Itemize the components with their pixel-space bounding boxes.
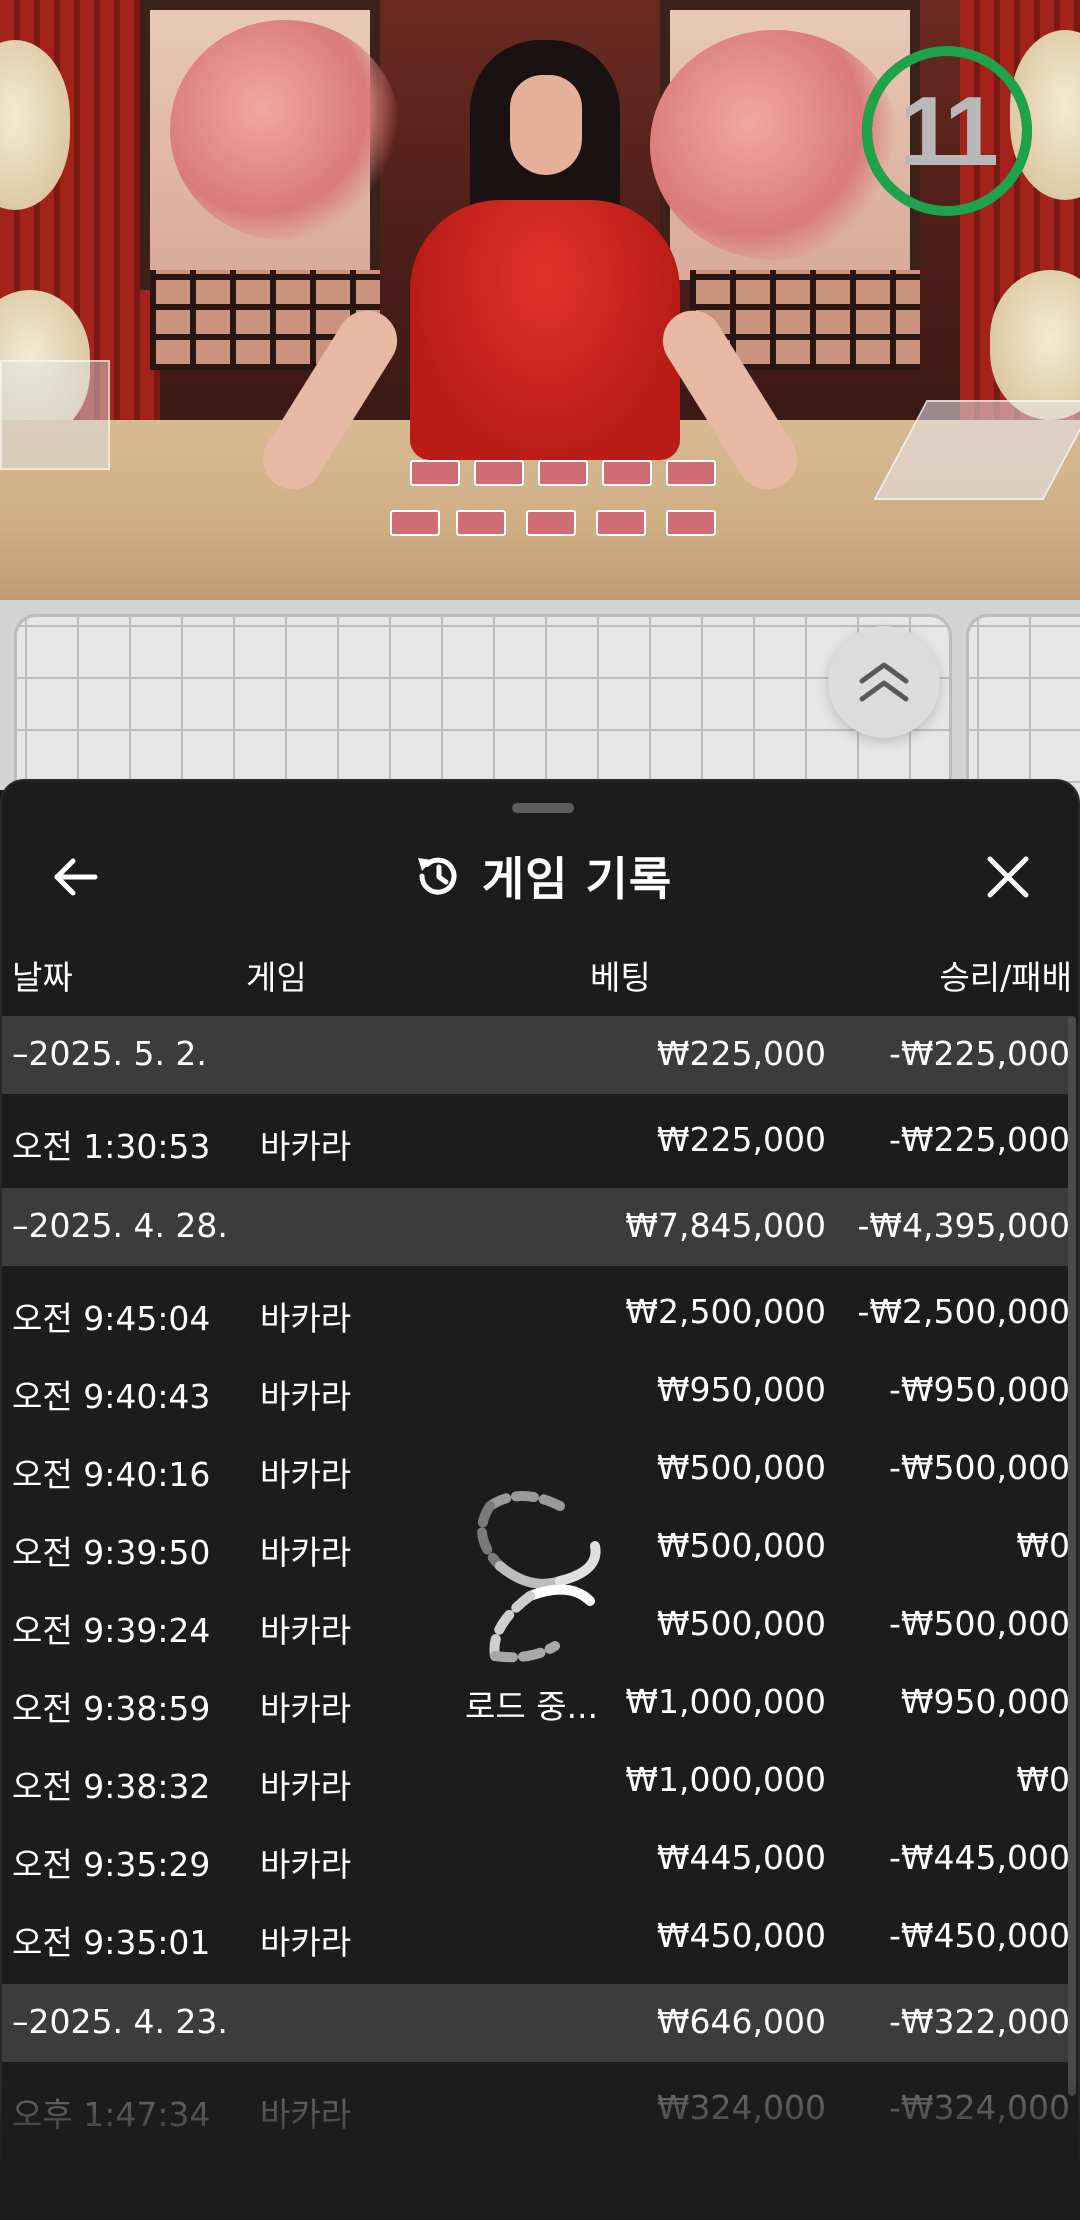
cell-result: -₩322,000 bbox=[888, 2002, 1070, 2041]
playing-card bbox=[666, 510, 716, 536]
history-icon bbox=[417, 857, 457, 895]
card-shoe bbox=[873, 400, 1080, 500]
cell-bet: ₩950,000 bbox=[656, 1370, 826, 1409]
cell-bet: ₩2,500,000 bbox=[625, 1292, 826, 1331]
countdown-timer: 11 bbox=[858, 42, 1036, 220]
date-group-row[interactable]: –2025. 5. 2. ₩225,000 -₩225,000 bbox=[2, 1016, 1070, 1094]
playing-card bbox=[526, 510, 576, 536]
cell-game: 바카라 bbox=[260, 1845, 352, 1884]
sheet-header: 게임 기록 bbox=[2, 821, 1078, 931]
cell-game: 바카라 bbox=[260, 1923, 352, 1962]
playing-card bbox=[390, 510, 440, 536]
cell-result: ₩950,000 bbox=[900, 1682, 1070, 1721]
double-chevron-up-icon bbox=[859, 662, 909, 702]
playing-card bbox=[538, 460, 588, 486]
cell-date: 오전 9:40:43 bbox=[12, 1377, 211, 1416]
cell-date: 오전 9:35:01 bbox=[12, 1923, 211, 1962]
column-bet: 베팅 bbox=[590, 958, 651, 997]
cell-bet: ₩445,000 bbox=[656, 1838, 826, 1877]
cell-bet: ₩1,000,000 bbox=[625, 1760, 826, 1799]
cell-date: 오전 1:30:53 bbox=[12, 1127, 211, 1166]
cell-date: –2025. 5. 2. bbox=[12, 1034, 207, 1073]
cell-result: -₩450,000 bbox=[888, 1916, 1070, 1955]
cell-date: 오전 9:39:50 bbox=[12, 1533, 211, 1572]
playing-card bbox=[410, 460, 460, 486]
cell-game: 바카라 bbox=[260, 1127, 352, 1166]
cell-game: 바카라 bbox=[260, 1377, 352, 1416]
cell-bet: ₩500,000 bbox=[656, 1604, 826, 1643]
cell-result: -₩950,000 bbox=[888, 1370, 1070, 1409]
cell-result: -₩445,000 bbox=[888, 1838, 1070, 1877]
cell-game: 바카라 bbox=[260, 1767, 352, 1806]
cell-result: -₩4,395,000 bbox=[857, 1206, 1071, 1245]
table-row[interactable]: 오전 9:45:04 바카라 ₩2,500,000 -₩2,500,000 bbox=[2, 1274, 1070, 1352]
column-result: 승리/패배 bbox=[939, 958, 1072, 997]
discard-tray bbox=[0, 360, 110, 470]
cell-result: -₩225,000 bbox=[888, 1120, 1070, 1159]
playing-card bbox=[666, 460, 716, 486]
date-group-row[interactable]: –2025. 4. 28. ₩7,845,000 -₩4,395,000 bbox=[2, 1188, 1070, 1266]
cell-game: 바카라 bbox=[260, 1299, 352, 1338]
close-button[interactable] bbox=[978, 847, 1038, 907]
playing-card bbox=[456, 510, 506, 536]
expand-button[interactable] bbox=[828, 626, 940, 738]
playing-card bbox=[602, 460, 652, 486]
cell-bet: ₩646,000 bbox=[656, 2002, 826, 2041]
bottom-fade bbox=[0, 2080, 1080, 2220]
cherry-blossom-left bbox=[170, 20, 400, 240]
cell-date: 오전 9:35:29 bbox=[12, 1845, 211, 1884]
scrollbar[interactable] bbox=[1068, 1016, 1076, 2096]
cell-game: 바카라 bbox=[260, 1611, 352, 1650]
cell-game: 바카라 bbox=[260, 1455, 352, 1494]
cell-bet: ₩500,000 bbox=[656, 1526, 826, 1565]
cell-bet: ₩450,000 bbox=[656, 1916, 826, 1955]
cell-result: -₩2,500,000 bbox=[857, 1292, 1071, 1331]
live-dealer-video[interactable]: 11 bbox=[0, 0, 1080, 600]
cell-bet: ₩225,000 bbox=[656, 1034, 826, 1073]
loading-text: 로드 중... bbox=[465, 1687, 599, 1726]
close-icon bbox=[987, 856, 1029, 898]
table-row[interactable]: 오전 1:30:53 바카라 ₩225,000 -₩225,000 bbox=[2, 1102, 1070, 1180]
cell-game: 바카라 bbox=[260, 1689, 352, 1728]
column-date: 날짜 bbox=[12, 958, 73, 997]
cell-result: ₩0 bbox=[1016, 1526, 1070, 1565]
table-row[interactable]: 오전 9:35:01 바카라 ₩450,000 -₩450,000 bbox=[2, 1898, 1070, 1976]
column-game: 게임 bbox=[246, 958, 307, 997]
arrow-left-icon bbox=[54, 858, 98, 896]
cell-bet: ₩500,000 bbox=[656, 1448, 826, 1487]
cell-date: 오전 9:40:16 bbox=[12, 1455, 211, 1494]
cell-result: ₩0 bbox=[1016, 1760, 1070, 1799]
dealer bbox=[410, 200, 680, 460]
table-header: 날짜 게임 베팅 승리/패배 bbox=[2, 941, 1078, 1001]
cell-result: -₩225,000 bbox=[888, 1034, 1070, 1073]
cell-bet: ₩225,000 bbox=[656, 1120, 826, 1159]
table-row[interactable]: 오전 9:35:29 바카라 ₩445,000 -₩445,000 bbox=[2, 1820, 1070, 1898]
cell-result: -₩500,000 bbox=[888, 1604, 1070, 1643]
cell-date: 오전 9:39:24 bbox=[12, 1611, 211, 1650]
cell-result: -₩500,000 bbox=[888, 1448, 1070, 1487]
table-row[interactable]: 오전 9:38:32 바카라 ₩1,000,000 ₩0 bbox=[2, 1742, 1070, 1820]
cell-date: 오전 9:38:59 bbox=[12, 1689, 211, 1728]
table-row[interactable]: 오전 9:40:43 바카라 ₩950,000 -₩950,000 bbox=[2, 1352, 1070, 1430]
cell-date: –2025. 4. 23. bbox=[12, 2002, 228, 2041]
cell-date: 오전 9:45:04 bbox=[12, 1299, 211, 1338]
title-group: 게임 기록 bbox=[2, 821, 1078, 931]
cell-bet: ₩7,845,000 bbox=[625, 1206, 826, 1245]
sheet-drag-handle[interactable] bbox=[512, 803, 574, 813]
playing-card bbox=[474, 460, 524, 486]
dealer-face bbox=[510, 75, 582, 175]
back-button[interactable] bbox=[48, 849, 104, 905]
date-group-row[interactable]: –2025. 4. 23. ₩646,000 -₩322,000 bbox=[2, 1984, 1070, 2062]
cell-date: 오전 9:38:32 bbox=[12, 1767, 211, 1806]
timer-value: 11 bbox=[899, 76, 999, 186]
playing-card bbox=[596, 510, 646, 536]
cell-game: 바카라 bbox=[260, 1533, 352, 1572]
cell-bet: ₩1,000,000 bbox=[625, 1682, 826, 1721]
sheet-title: 게임 기록 bbox=[481, 852, 673, 906]
cell-date: –2025. 4. 28. bbox=[12, 1206, 228, 1245]
